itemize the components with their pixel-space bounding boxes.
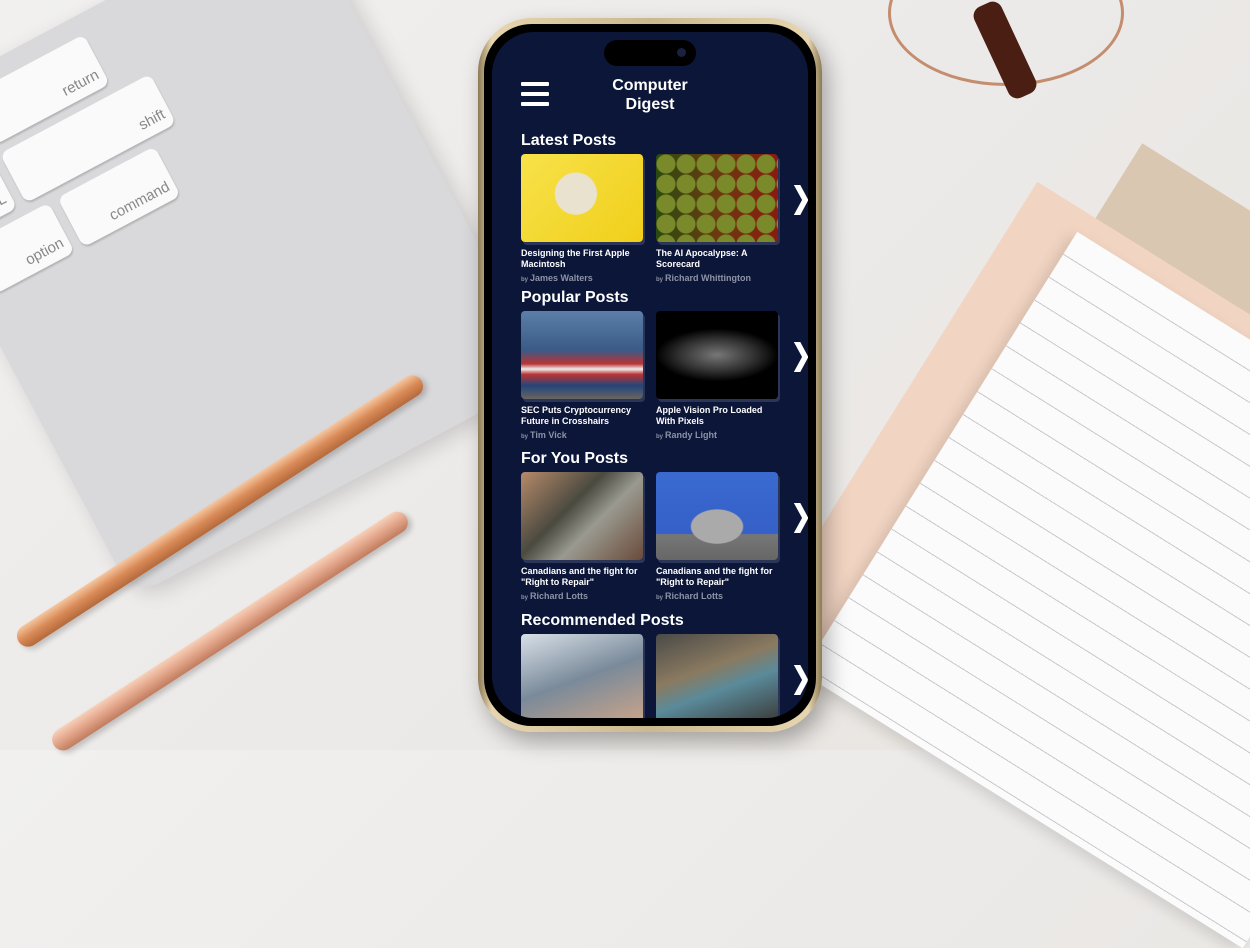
key-option: option bbox=[0, 202, 75, 295]
app-title: Computer Digest bbox=[612, 77, 688, 113]
post-author: by Randy Light bbox=[656, 430, 718, 440]
chevron-right-icon[interactable]: ❯ bbox=[791, 499, 808, 534]
section-heading: Popular Posts bbox=[521, 289, 629, 306]
post-author: by Tim Vick bbox=[521, 430, 567, 440]
post-title: Apple Vision Pro Loaded With Pixels bbox=[656, 405, 763, 426]
post-image bbox=[656, 472, 778, 560]
post-image bbox=[521, 154, 643, 242]
notebook bbox=[801, 231, 1250, 948]
post-card[interactable]: Apple Vision Pro Loaded With Pixels by Ra… bbox=[656, 311, 778, 440]
post-card[interactable] bbox=[521, 634, 643, 718]
section-heading: For You Posts bbox=[521, 450, 628, 467]
post-image bbox=[656, 634, 778, 718]
section-heading: Latest Posts bbox=[521, 132, 617, 149]
post-card[interactable]: Canadians and the fight for "Right to Re… bbox=[656, 472, 778, 601]
phone: Computer Digest Latest Posts Designing t… bbox=[478, 18, 822, 732]
post-title: Designing the First Apple Macintosh bbox=[521, 248, 630, 269]
keyboard: P return L shift option command bbox=[0, 0, 549, 597]
post-author: by Richard Whittington bbox=[656, 273, 751, 283]
post-card[interactable]: The AI Apocalypse: A Scorecard by Richard… bbox=[656, 154, 778, 283]
post-author: by Richard Lotts bbox=[521, 591, 589, 601]
post-title: SEC Puts Cryptocurrency Future in Crossh… bbox=[521, 405, 632, 426]
post-author: by James Walters bbox=[521, 273, 593, 283]
post-card[interactable]: SEC Puts Cryptocurrency Future in Crossh… bbox=[521, 311, 643, 440]
section-popular-posts: Popular Posts SEC Puts Cryptocurrency Fu… bbox=[521, 289, 808, 451]
post-title: The AI Apocalypse: A Scorecard bbox=[656, 248, 748, 269]
post-card[interactable]: Designing the First Apple Macintosh by Ja… bbox=[521, 154, 643, 283]
post-title: Canadians and the fight for "Right to Re… bbox=[656, 566, 773, 587]
post-image bbox=[521, 634, 643, 718]
post-author: by Richard Lotts bbox=[656, 591, 724, 601]
post-title: Canadians and the fight for "Right to Re… bbox=[521, 566, 638, 587]
section-heading: Recommended Posts bbox=[521, 612, 684, 629]
post-image bbox=[521, 311, 643, 399]
section-recommended-posts: Recommended Posts ❯ bbox=[521, 612, 808, 718]
post-image bbox=[656, 311, 778, 399]
post-image bbox=[521, 472, 643, 560]
app-screen: Computer Digest Latest Posts Designing t… bbox=[492, 32, 808, 718]
dynamic-island bbox=[604, 40, 696, 66]
section-latest-posts: Latest Posts Designing the First Apple M… bbox=[521, 132, 808, 294]
post-card[interactable] bbox=[656, 634, 778, 718]
chevron-right-icon[interactable]: ❯ bbox=[791, 181, 808, 216]
chevron-right-icon[interactable]: ❯ bbox=[791, 338, 808, 373]
hamburger-icon[interactable] bbox=[521, 82, 549, 106]
post-image bbox=[656, 154, 778, 242]
post-card[interactable]: Canadians and the fight for "Right to Re… bbox=[521, 472, 643, 601]
chevron-right-icon[interactable]: ❯ bbox=[791, 661, 808, 696]
section-for-you-posts: For You Posts Canadians and the fight fo… bbox=[521, 450, 808, 612]
